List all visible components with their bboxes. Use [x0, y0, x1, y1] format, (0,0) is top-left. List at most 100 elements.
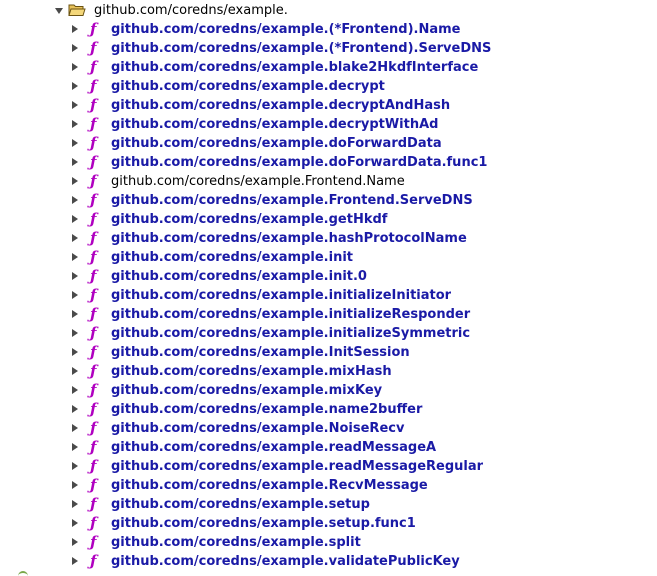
function-icon: ƒ	[90, 514, 97, 532]
function-icon: ƒ	[90, 438, 97, 456]
chevron-right-icon[interactable]	[72, 272, 78, 280]
tree-item[interactable]: ƒ github.com/coredns/example.name2buffer	[0, 401, 657, 420]
tree-item[interactable]: ƒ github.com/coredns/example.setup	[0, 496, 657, 515]
chevron-right-icon[interactable]	[72, 215, 78, 223]
tree-item[interactable]: ƒ github.com/coredns/example.hashProtocol…	[0, 230, 657, 249]
tree-item[interactable]: ƒ github.com/coredns/example.mixHash	[0, 363, 657, 382]
tree-item-label: github.com/coredns/example.init.0	[111, 269, 367, 284]
tree-item-label: github.com/coredns/example.decrypt	[111, 79, 385, 94]
tree-item[interactable]: ƒ github.com/coredns/example.initializeIn…	[0, 287, 657, 306]
tree-item-label: github.com/coredns/example.readMessageA	[111, 440, 437, 455]
tree-item[interactable]: ƒ github.com/coredns/example.setup.func1	[0, 515, 657, 534]
chevron-right-icon[interactable]	[72, 291, 78, 299]
chevron-right-icon[interactable]	[72, 25, 78, 33]
chevron-right-icon[interactable]	[72, 329, 78, 337]
folder-open-icon	[68, 4, 86, 16]
package-label: github.com/coredns/example.	[94, 3, 288, 18]
chevron-right-icon[interactable]	[72, 253, 78, 261]
tree-item[interactable]: ƒ github.com/coredns/example.blake2HkdfIn…	[0, 59, 657, 78]
tree-item-label: github.com/coredns/example.doForwardData	[111, 136, 442, 151]
chevron-right-icon[interactable]	[72, 177, 78, 185]
chevron-right-icon[interactable]	[72, 44, 78, 52]
scroll-indicator-icon	[18, 571, 28, 576]
tree-item[interactable]: ƒ github.com/coredns/example.Frontend.Nam…	[0, 173, 657, 192]
tree-item[interactable]: ƒ github.com/coredns/example.doForwardDat…	[0, 135, 657, 154]
tree-item-label: github.com/coredns/example.initializeSym…	[111, 326, 471, 341]
tree-item[interactable]: ƒ github.com/coredns/example.initializeRe…	[0, 306, 657, 325]
function-icon: ƒ	[90, 533, 97, 551]
chevron-right-icon[interactable]	[72, 348, 78, 356]
chevron-right-icon[interactable]	[72, 196, 78, 204]
chevron-down-icon[interactable]	[55, 8, 63, 14]
tree-item[interactable]: ƒ github.com/coredns/example.decrypt	[0, 78, 657, 97]
chevron-right-icon[interactable]	[72, 310, 78, 318]
tree-item[interactable]: ƒ github.com/coredns/example.doForwardDat…	[0, 154, 657, 173]
tree-item[interactable]: ƒ github.com/coredns/example.init.0	[0, 268, 657, 287]
function-icon: ƒ	[90, 457, 97, 475]
tree-item-label: github.com/coredns/example.mixHash	[111, 364, 392, 379]
chevron-right-icon[interactable]	[72, 386, 78, 394]
chevron-right-icon[interactable]	[72, 424, 78, 432]
tree-item-label: github.com/coredns/example.hashProtocolN…	[111, 231, 467, 246]
chevron-right-icon[interactable]	[72, 139, 78, 147]
function-icon: ƒ	[90, 210, 97, 228]
chevron-right-icon[interactable]	[72, 443, 78, 451]
function-icon: ƒ	[90, 381, 97, 399]
tree-item-label: github.com/coredns/example.initializeRes…	[111, 307, 471, 322]
tree-item[interactable]: ƒ github.com/coredns/example.decryptWithA…	[0, 116, 657, 135]
function-tree: github.com/coredns/example. ƒ github.com/…	[0, 0, 657, 576]
function-icon: ƒ	[90, 476, 97, 494]
chevron-right-icon[interactable]	[72, 120, 78, 128]
tree-item-label: github.com/coredns/example.NoiseRecv	[111, 421, 405, 436]
function-icon: ƒ	[90, 172, 97, 190]
function-icon: ƒ	[90, 115, 97, 133]
chevron-right-icon[interactable]	[72, 557, 78, 565]
tree-item-label: github.com/coredns/example.readMessageRe…	[111, 459, 484, 474]
chevron-right-icon[interactable]	[72, 481, 78, 489]
tree-item[interactable]: ƒ github.com/coredns/example.decryptAndHa…	[0, 97, 657, 116]
function-icon: ƒ	[90, 362, 97, 380]
tree-item-label: github.com/coredns/example.decryptWithAd	[111, 117, 439, 132]
chevron-right-icon[interactable]	[72, 519, 78, 527]
tree-item-label: github.com/coredns/example.InitSession	[111, 345, 410, 360]
chevron-right-icon[interactable]	[72, 500, 78, 508]
function-icon: ƒ	[90, 39, 97, 57]
tree-item[interactable]: ƒ github.com/coredns/example.RecvMessage	[0, 477, 657, 496]
chevron-right-icon[interactable]	[72, 367, 78, 375]
package-node[interactable]: github.com/coredns/example.	[0, 2, 657, 21]
function-icon: ƒ	[90, 191, 97, 209]
tree-item[interactable]: ƒ github.com/coredns/example.readMessageA	[0, 439, 657, 458]
function-icon: ƒ	[90, 400, 97, 418]
tree-item[interactable]: ƒ github.com/coredns/example.Frontend.Ser…	[0, 192, 657, 211]
tree-item[interactable]: ƒ github.com/coredns/example.readMessageR…	[0, 458, 657, 477]
function-icon: ƒ	[90, 267, 97, 285]
tree-item[interactable]: ƒ github.com/coredns/example.mixKey	[0, 382, 657, 401]
function-icon: ƒ	[90, 134, 97, 152]
tree-item-label: github.com/coredns/example.setup	[111, 497, 370, 512]
tree-item[interactable]: ƒ github.com/coredns/example.initializeSy…	[0, 325, 657, 344]
chevron-right-icon[interactable]	[72, 158, 78, 166]
tree-item-label: github.com/coredns/example.getHkdf	[111, 212, 388, 227]
chevron-right-icon[interactable]	[72, 405, 78, 413]
chevron-right-icon[interactable]	[72, 63, 78, 71]
tree-item[interactable]: ƒ github.com/coredns/example.NoiseRecv	[0, 420, 657, 439]
tree-item[interactable]: ƒ github.com/coredns/example.(*Frontend).…	[0, 21, 657, 40]
tree-item[interactable]: ƒ github.com/coredns/example.InitSession	[0, 344, 657, 363]
function-icon: ƒ	[90, 305, 97, 323]
tree-item[interactable]: ƒ github.com/coredns/example.init	[0, 249, 657, 268]
tree-item-label: github.com/coredns/example.initializeIni…	[111, 288, 452, 303]
function-icon: ƒ	[90, 58, 97, 76]
tree-item-label: github.com/coredns/example.validatePubli…	[111, 554, 460, 569]
chevron-right-icon[interactable]	[72, 82, 78, 90]
function-icon: ƒ	[90, 77, 97, 95]
chevron-right-icon[interactable]	[72, 101, 78, 109]
chevron-right-icon[interactable]	[72, 538, 78, 546]
tree-item[interactable]: ƒ github.com/coredns/example.(*Frontend).…	[0, 40, 657, 59]
tree-item-label: github.com/coredns/example.(*Frontend).S…	[111, 41, 492, 56]
tree-item[interactable]: ƒ github.com/coredns/example.getHkdf	[0, 211, 657, 230]
tree-item[interactable]: ƒ github.com/coredns/example.split	[0, 534, 657, 553]
chevron-right-icon[interactable]	[72, 462, 78, 470]
chevron-right-icon[interactable]	[72, 234, 78, 242]
tree-item[interactable]: ƒ github.com/coredns/example.validatePubl…	[0, 553, 657, 572]
tree-item-label: github.com/coredns/example.mixKey	[111, 383, 383, 398]
